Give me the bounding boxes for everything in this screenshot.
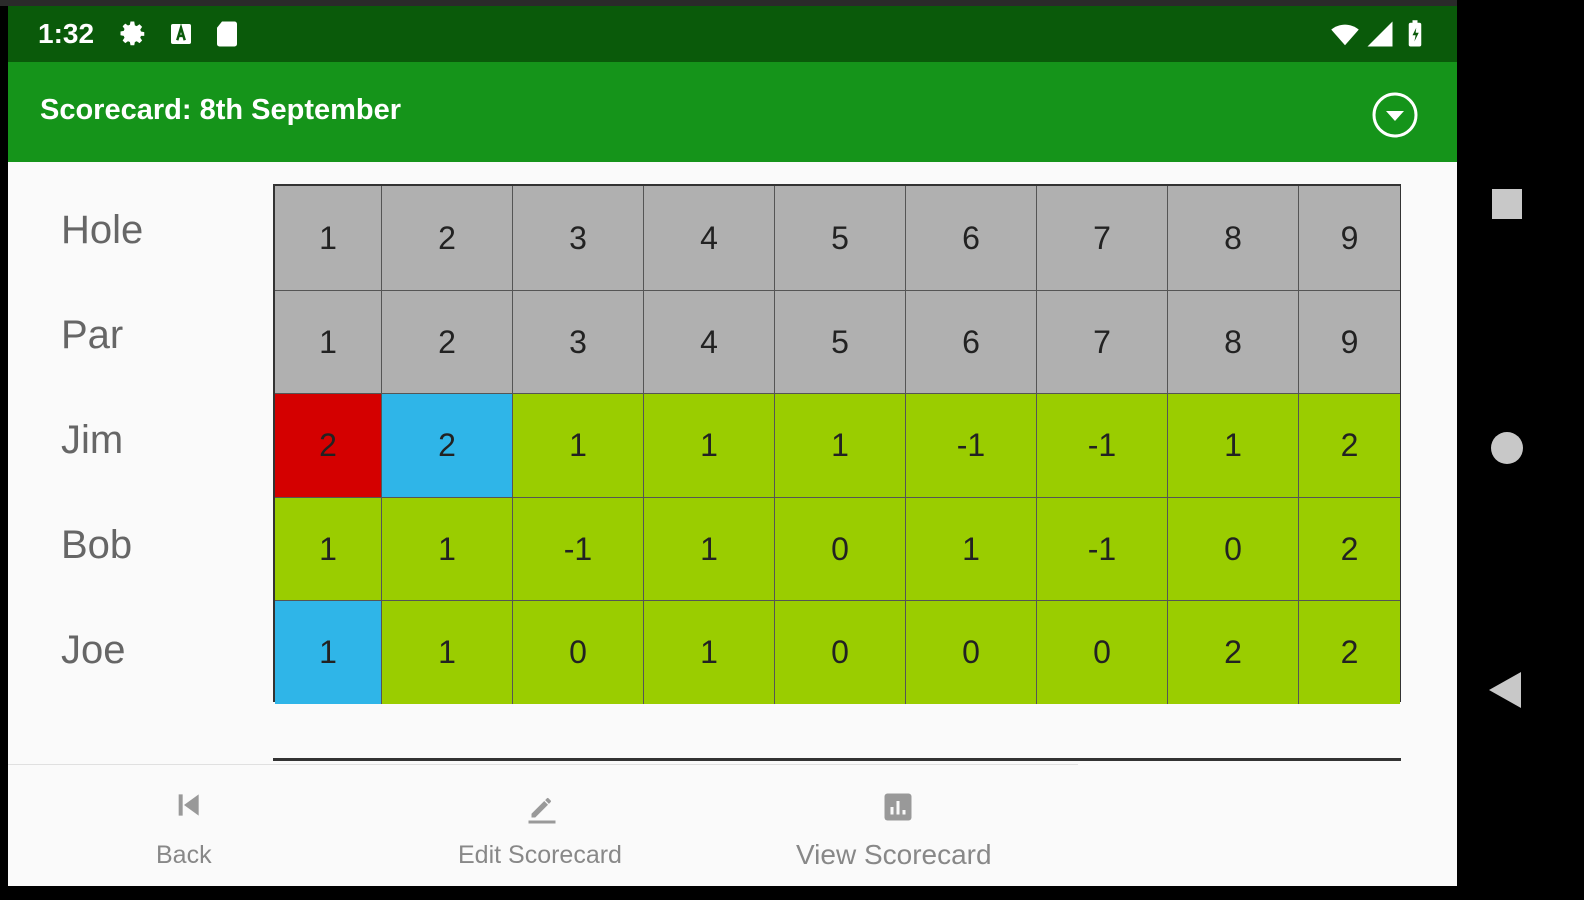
score-cell-jim-hole-3[interactable]: 1 bbox=[513, 394, 644, 498]
score-cell-par-hole-9[interactable]: 9 bbox=[1299, 291, 1400, 394]
score-cell-jim-hole-6[interactable]: -1 bbox=[906, 394, 1037, 498]
score-cell-bob-hole-5[interactable]: 0 bbox=[775, 498, 906, 601]
notification-a-icon bbox=[171, 23, 191, 44]
score-cell-joe-hole-4[interactable]: 1 bbox=[644, 601, 775, 704]
row-label-joe: Joe bbox=[61, 628, 126, 672]
score-cell-par-hole-7[interactable]: 7 bbox=[1037, 291, 1168, 394]
score-cell-bob-hole-7[interactable]: -1 bbox=[1037, 498, 1168, 601]
battery-icon bbox=[1408, 20, 1422, 47]
score-cell-joe-hole-2[interactable]: 1 bbox=[382, 601, 513, 704]
score-cell-jim-hole-8[interactable]: 1 bbox=[1168, 394, 1299, 498]
score-cell-joe-hole-7[interactable]: 0 bbox=[1037, 601, 1168, 704]
score-cell-par-hole-1[interactable]: 1 bbox=[275, 291, 382, 394]
recents-square-icon[interactable] bbox=[1491, 188, 1523, 220]
status-bar: 1:32 bbox=[8, 6, 1457, 62]
score-cell-jim-hole-7[interactable]: -1 bbox=[1037, 394, 1168, 498]
system-navigation-bar bbox=[1457, 0, 1584, 900]
second-grid-edge bbox=[273, 758, 1401, 761]
home-circle-icon[interactable] bbox=[1489, 430, 1525, 466]
score-cell-bob-hole-9[interactable]: 2 bbox=[1299, 498, 1400, 601]
score-cell-jim-hole-4[interactable]: 1 bbox=[644, 394, 775, 498]
score-cell-bob-hole-3[interactable]: -1 bbox=[513, 498, 644, 601]
score-cell-hole-hole-2[interactable]: 2 bbox=[382, 186, 513, 291]
score-cell-hole-hole-6[interactable]: 6 bbox=[906, 186, 1037, 291]
edit-scorecard-label: Edit Scorecard bbox=[458, 841, 622, 869]
app-screen: 1:32 Scorecard: 8th September Hole Par J… bbox=[8, 6, 1457, 886]
score-cell-par-hole-2[interactable]: 2 bbox=[382, 291, 513, 394]
back-label: Back bbox=[156, 841, 212, 869]
score-cell-jim-hole-2[interactable]: 2 bbox=[382, 394, 513, 498]
dropdown-menu-button[interactable] bbox=[1370, 90, 1420, 140]
row-label-hole: Hole bbox=[61, 208, 144, 252]
status-time: 1:32 bbox=[38, 18, 95, 49]
page-title: Scorecard: 8th September bbox=[40, 94, 402, 126]
score-cell-hole-hole-7[interactable]: 7 bbox=[1037, 186, 1168, 291]
edit-pencil-icon bbox=[528, 797, 556, 824]
score-cell-bob-hole-4[interactable]: 1 bbox=[644, 498, 775, 601]
score-cell-hole-hole-8[interactable]: 8 bbox=[1168, 186, 1299, 291]
score-cell-par-hole-5[interactable]: 5 bbox=[775, 291, 906, 394]
scorecard-grid: 1 2 3 4 5 6 7 8 9 1 2 3 4 5 6 7 8 9 2 2 1 1 1 -1 -1 1 2 1 1 -1 1 0 1 -1 0 2… bbox=[273, 184, 1401, 704]
bar-chart-icon bbox=[884, 793, 912, 821]
score-cell-jim-hole-9[interactable]: 2 bbox=[1299, 394, 1400, 498]
score-cell-joe-hole-5[interactable]: 0 bbox=[775, 601, 906, 704]
sd-card-icon bbox=[217, 21, 237, 47]
score-cell-joe-hole-8[interactable]: 2 bbox=[1168, 601, 1299, 704]
score-cell-jim-hole-1[interactable]: 2 bbox=[275, 394, 382, 498]
score-cell-bob-hole-1[interactable]: 1 bbox=[275, 498, 382, 601]
app-bar: Scorecard: 8th September bbox=[8, 62, 1457, 162]
back-button[interactable]: Back bbox=[88, 765, 288, 886]
score-cell-hole-hole-5[interactable]: 5 bbox=[775, 186, 906, 291]
settings-icon bbox=[120, 21, 145, 46]
score-cell-joe-hole-9[interactable]: 2 bbox=[1299, 601, 1400, 704]
score-cell-bob-hole-8[interactable]: 0 bbox=[1168, 498, 1299, 601]
cell-signal-icon bbox=[1367, 21, 1393, 47]
edit-scorecard-button[interactable]: Edit Scorecard bbox=[428, 765, 708, 886]
score-cell-par-hole-6[interactable]: 6 bbox=[906, 291, 1037, 394]
view-scorecard-label: View Scorecard bbox=[796, 839, 992, 870]
score-cell-joe-hole-3[interactable]: 0 bbox=[513, 601, 644, 704]
chevron-down-circle-icon bbox=[1372, 92, 1418, 138]
score-cell-jim-hole-5[interactable]: 1 bbox=[775, 394, 906, 498]
row-label-bob: Bob bbox=[61, 523, 133, 567]
bottom-navigation: Back Edit Scorecard View Scorecard bbox=[8, 764, 1078, 886]
score-cell-par-hole-4[interactable]: 4 bbox=[644, 291, 775, 394]
row-label-jim: Jim bbox=[61, 418, 124, 462]
score-cell-par-hole-8[interactable]: 8 bbox=[1168, 291, 1299, 394]
score-cell-hole-hole-9[interactable]: 9 bbox=[1299, 186, 1400, 291]
view-scorecard-button[interactable]: View Scorecard bbox=[778, 765, 1038, 886]
back-triangle-icon[interactable] bbox=[1487, 670, 1523, 710]
score-cell-joe-hole-6[interactable]: 0 bbox=[906, 601, 1037, 704]
score-cell-hole-hole-1[interactable]: 1 bbox=[275, 186, 382, 291]
score-cell-hole-hole-3[interactable]: 3 bbox=[513, 186, 644, 291]
score-cell-bob-hole-6[interactable]: 1 bbox=[906, 498, 1037, 601]
wifi-icon bbox=[1331, 24, 1359, 46]
row-label-par: Par bbox=[61, 313, 124, 357]
score-cell-bob-hole-2[interactable]: 1 bbox=[382, 498, 513, 601]
score-cell-joe-hole-1[interactable]: 1 bbox=[275, 601, 382, 704]
device-frame: 1:32 Scorecard: 8th September Hole Par J… bbox=[0, 0, 1584, 900]
skip-previous-icon bbox=[178, 794, 199, 816]
score-cell-hole-hole-4[interactable]: 4 bbox=[644, 186, 775, 291]
score-cell-par-hole-3[interactable]: 3 bbox=[513, 291, 644, 394]
